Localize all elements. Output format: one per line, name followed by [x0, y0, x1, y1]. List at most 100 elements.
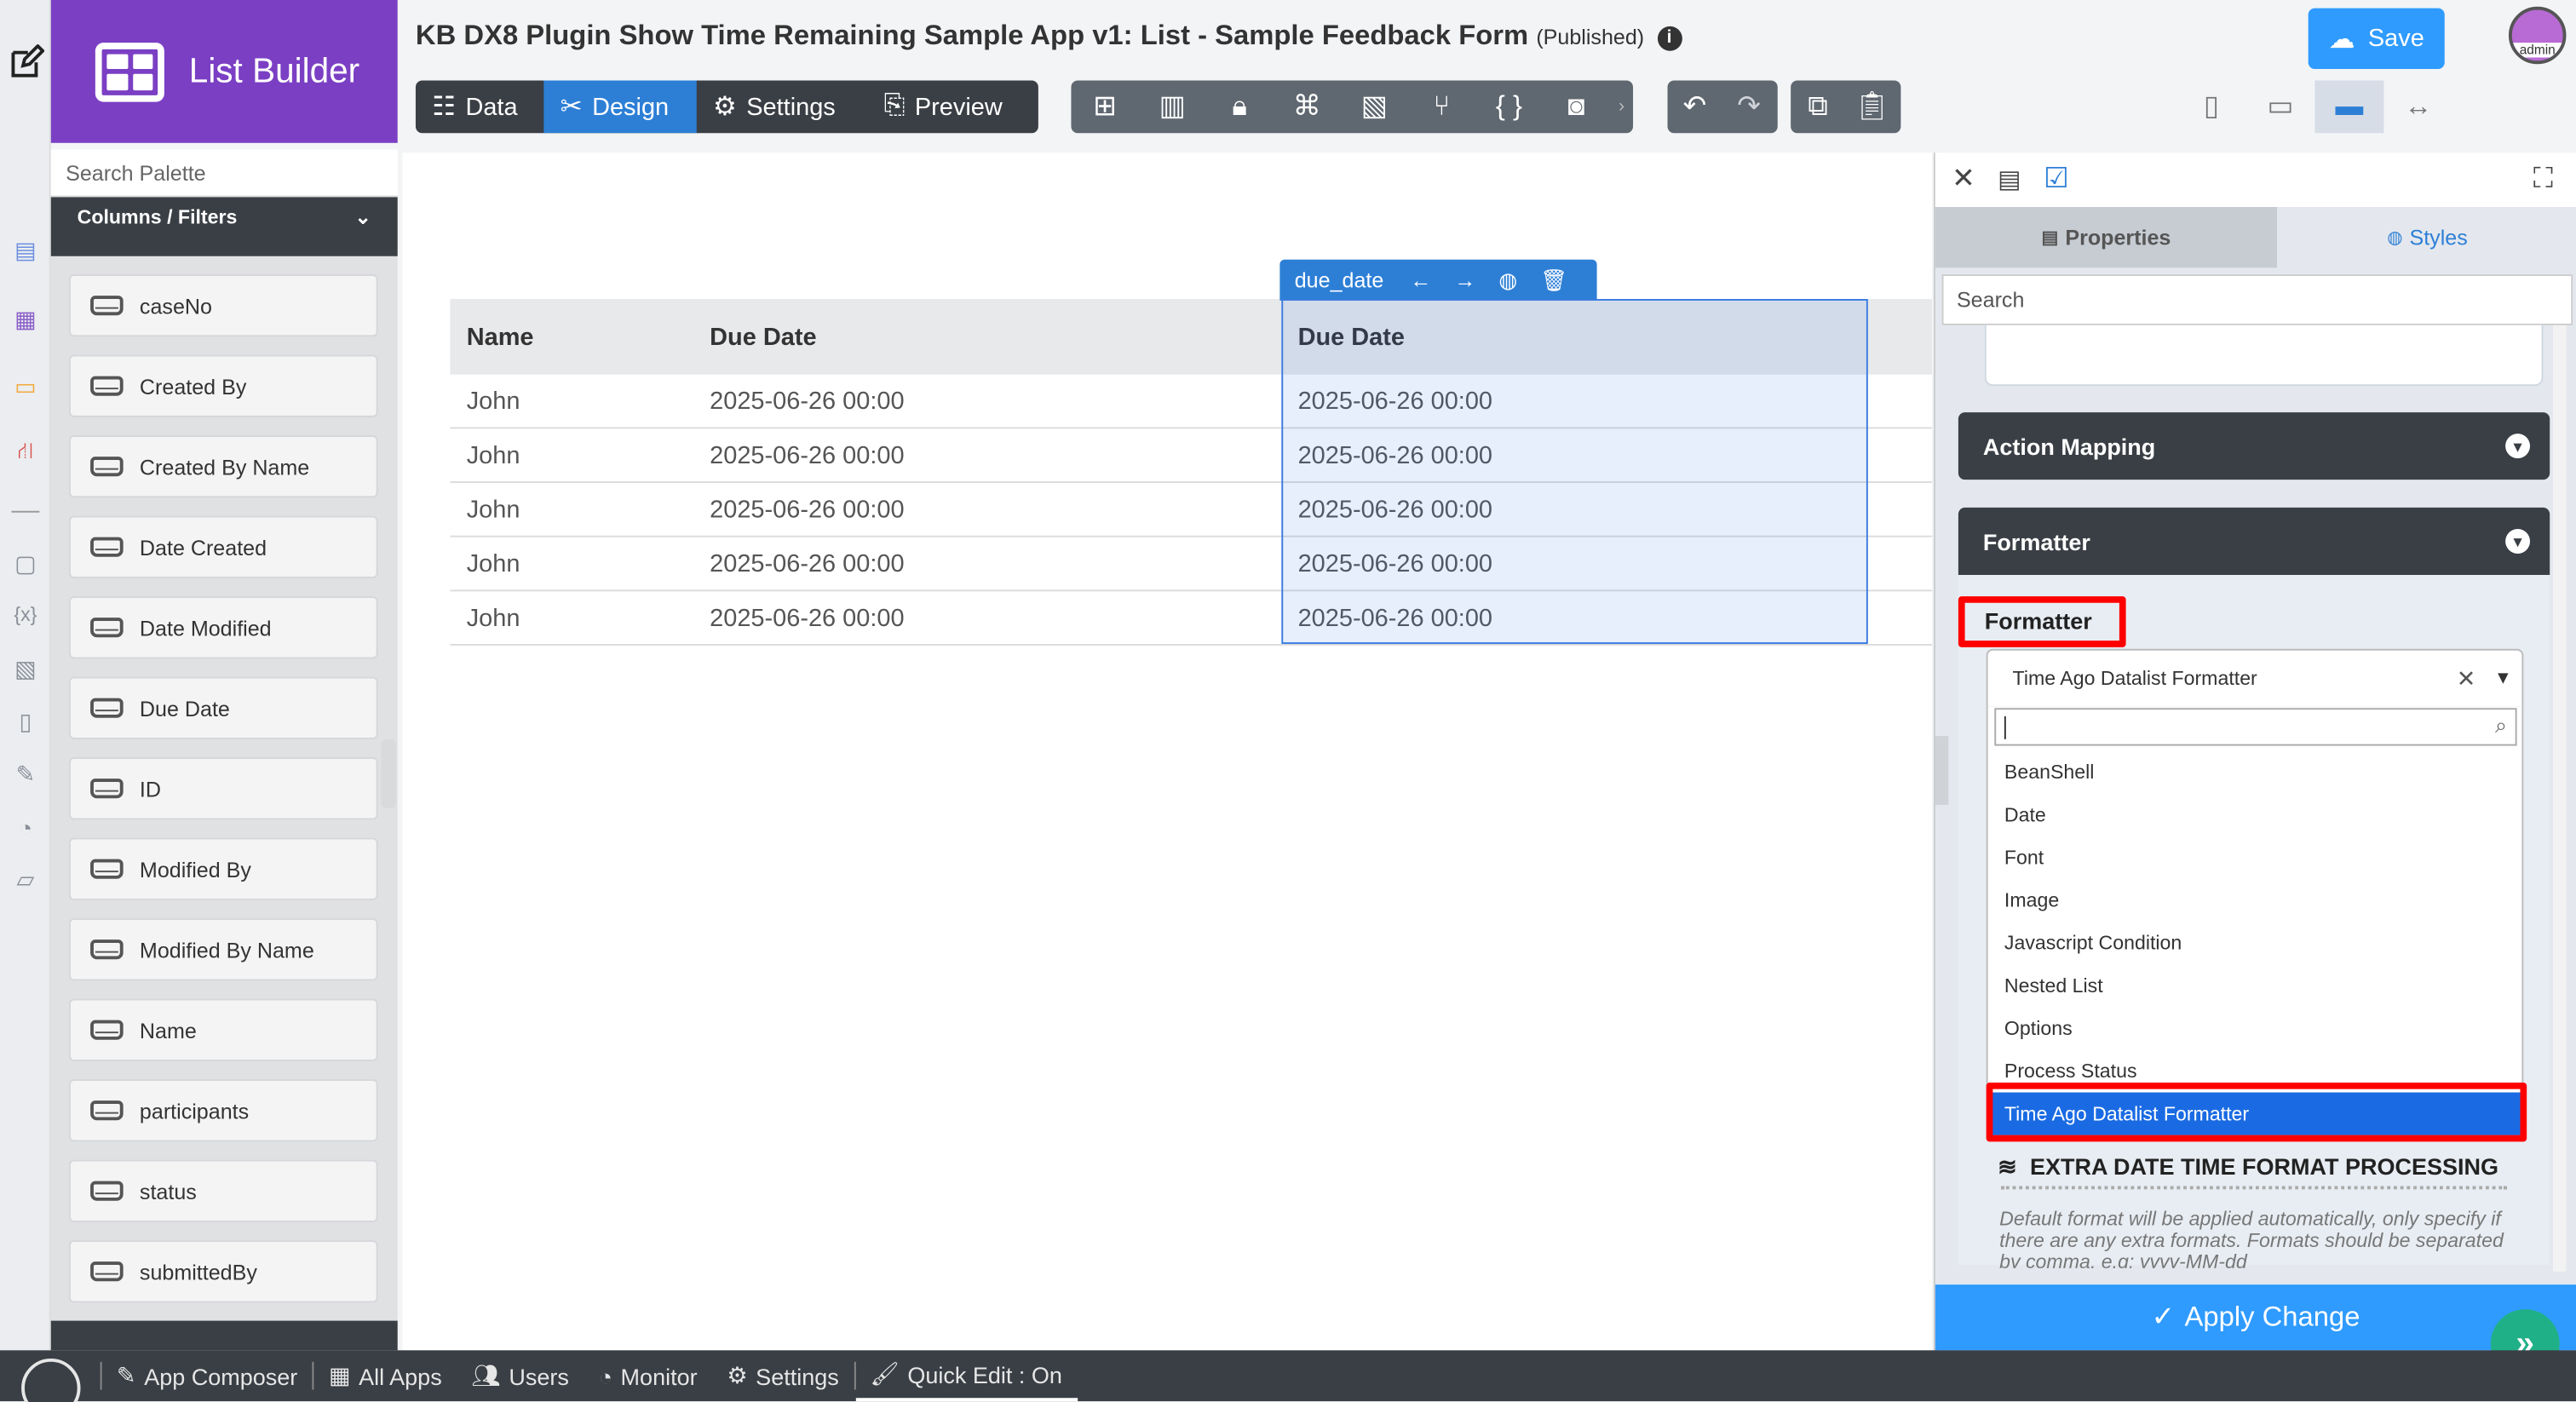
users-link[interactable]: 👥︎ Users	[457, 1362, 584, 1390]
app-composer-link[interactable]: ✎ App Composer	[102, 1362, 313, 1390]
formatter-accordion[interactable]: Formatter ▼	[1958, 507, 2550, 576]
palette-field[interactable]: ID	[69, 757, 378, 820]
gauge-icon[interactable]: ◔	[10, 812, 42, 843]
arrow-left-icon[interactable]: ←	[1410, 267, 1431, 292]
joget-logo-icon[interactable]	[21, 1357, 81, 1402]
grid-icon: ▦	[328, 1361, 351, 1388]
table-cell: 2025-06-26 00:00	[1297, 387, 1493, 415]
plugin-icon[interactable]: ✎	[10, 759, 42, 790]
branch-icon[interactable]: ⑂	[1408, 81, 1475, 134]
monitor-link[interactable]: ◔ Monitor	[584, 1363, 712, 1389]
dropdown-option[interactable]: Font	[1988, 836, 2522, 879]
camera-icon[interactable]: ◙	[1543, 81, 1610, 134]
info-icon[interactable]: i	[1657, 26, 1682, 51]
formatter-select[interactable]: Time Ago Datalist Formatter ✕ ▼	[1986, 648, 2524, 709]
column-header[interactable]: Name	[467, 323, 534, 351]
laptop-icon[interactable]: ▬	[2314, 80, 2384, 134]
tab-styles[interactable]: ◍ Styles	[2277, 207, 2576, 268]
palette-field[interactable]: status	[69, 1159, 378, 1222]
palette-field[interactable]: Modified By	[69, 837, 378, 900]
checkbox-icon[interactable]: ☑	[2044, 163, 2068, 196]
dropdown-search-input[interactable]: ⌕	[1994, 708, 2517, 746]
settings-link[interactable]: ⚙ Settings	[712, 1362, 854, 1390]
scroll-icon[interactable]: ▱	[10, 864, 42, 895]
paste-icon[interactable]: 📋︎	[1845, 81, 1900, 134]
list-builder-brand: List Builder	[50, 0, 398, 143]
phone-icon[interactable]: ▯	[2176, 81, 2245, 134]
palette-field[interactable]: Name	[69, 998, 378, 1061]
dropdown-option[interactable]: Date	[1988, 794, 2522, 836]
dropdown-option[interactable]: Nested List	[1988, 964, 2522, 1007]
full-width-icon[interactable]: ↔	[2383, 81, 2452, 134]
trash-icon[interactable]: 🗑︎	[1540, 267, 1567, 293]
save-button[interactable]: ☁ Save	[2308, 8, 2445, 70]
palette-field[interactable]: Date Created	[69, 515, 378, 578]
redo-icon[interactable]: ↷	[1722, 81, 1776, 134]
database-icon	[90, 457, 124, 477]
palette-field[interactable]: caseNo	[69, 274, 378, 337]
process-icon[interactable]: ⛙	[10, 437, 42, 468]
dropdown-option[interactable]: Options	[1988, 1007, 2522, 1049]
binoculars-icon[interactable]: ⌘	[1274, 81, 1341, 134]
palette-search-input[interactable]	[50, 149, 398, 198]
copy-icon[interactable]: ⧉	[1791, 81, 1845, 134]
list-icon[interactable]: ▦	[10, 304, 42, 336]
palette-field[interactable]: Date Modified	[69, 596, 378, 659]
lock-icon[interactable]: 🔒︎	[1206, 81, 1274, 134]
table-cell: 2025-06-26 00:00	[1297, 440, 1493, 469]
action-mapping-accordion[interactable]: Action Mapping ▼	[1958, 412, 2550, 480]
column-header[interactable]: Due Date	[710, 323, 816, 351]
tab-properties[interactable]: ▤ Properties	[1935, 207, 2278, 268]
apply-label: Apply Change	[2184, 1301, 2360, 1333]
tab-preview[interactable]: ⎘ Preview	[867, 81, 1038, 134]
palette-field[interactable]: Created By	[69, 354, 378, 417]
undo-icon[interactable]: ↶	[1668, 81, 1722, 134]
chevron-right-icon[interactable]: ›	[1610, 81, 1633, 134]
monitor-icon[interactable]: ▭	[10, 371, 42, 403]
tab-design[interactable]: ✂ Design	[543, 80, 697, 134]
properties-search-input[interactable]	[1941, 274, 2573, 325]
app-title-text: KB DX8 Plugin Show Time Remaining Sample…	[415, 20, 1529, 51]
file-icon[interactable]: ▯	[10, 706, 42, 738]
clear-icon[interactable]: ✕	[2457, 664, 2476, 692]
gauge-icon: ◔	[598, 1362, 612, 1389]
palette-icon[interactable]: ◍	[1498, 267, 1517, 293]
apply-change-button[interactable]: ✓ Apply Change	[1935, 1284, 2576, 1351]
palette-field[interactable]: Due Date	[69, 676, 378, 739]
quick-edit-toggle[interactable]: 🖌︎ Quick Edit : On	[855, 1350, 1078, 1402]
form-icon[interactable]: ▤	[1998, 164, 2021, 194]
column-header[interactable]: Due Date	[1298, 323, 1405, 351]
palette-group-header[interactable]: Columns / Filters ⌄	[50, 197, 398, 256]
avatar[interactable]: admin	[2508, 6, 2567, 65]
tab-settings[interactable]: ⚙ Settings	[697, 81, 868, 134]
edit-icon[interactable]	[7, 43, 46, 82]
variable-icon[interactable]: {x}	[10, 598, 42, 629]
braces-icon[interactable]: { }	[1475, 81, 1543, 134]
table-cell: John	[466, 603, 520, 632]
tab-data[interactable]: ☷ Data	[416, 81, 543, 134]
palette-field[interactable]: Modified By Name	[69, 918, 378, 981]
dropdown-option[interactable]: BeanShell	[1988, 750, 2522, 793]
table-cell: 2025-06-26 00:00	[1297, 603, 1493, 632]
arrow-right-icon[interactable]: →	[1454, 267, 1475, 292]
palette-resize-handle[interactable]	[381, 738, 396, 808]
document-icon[interactable]: ▤	[10, 235, 42, 267]
field-label: ID	[139, 776, 162, 802]
tree-icon[interactable]: ⊞	[1071, 81, 1138, 134]
dropdown-option[interactable]: Javascript Condition	[1988, 922, 2522, 964]
translate-icon[interactable]: ▧	[1341, 81, 1408, 134]
panel-resize-handle[interactable]	[1935, 736, 1949, 806]
panel-scrollbar[interactable]	[2553, 325, 2567, 1272]
palette-field[interactable]: Created By Name	[69, 435, 378, 498]
history-toolbar: ↶ ↷	[1667, 80, 1778, 134]
expand-icon[interactable]: ⛶	[2533, 163, 2553, 196]
note-icon[interactable]: ▢	[10, 549, 42, 580]
translate-icon[interactable]: ▧	[10, 654, 42, 686]
dropdown-option[interactable]: Image	[1988, 879, 2522, 922]
all-apps-link[interactable]: ▦ All Apps	[314, 1362, 457, 1390]
palette-field[interactable]: submittedBy	[69, 1240, 378, 1303]
tablet-icon[interactable]: ▭	[2245, 81, 2314, 134]
palette-field[interactable]: participants	[69, 1079, 378, 1142]
close-icon[interactable]: ✕	[1952, 163, 1975, 196]
tag-icon[interactable]: ▥	[1139, 81, 1206, 134]
